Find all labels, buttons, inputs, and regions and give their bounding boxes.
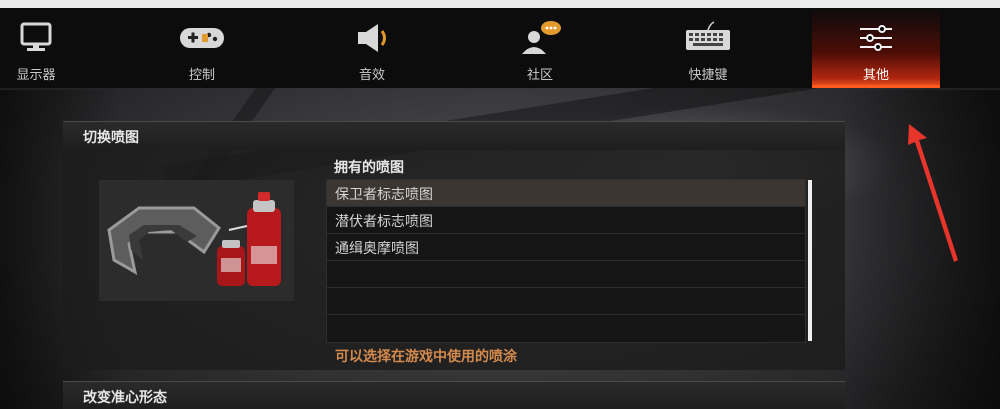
spray-item-label: 通缉奥摩喷图 — [335, 241, 419, 257]
settings-nav: 显示器 控制 音效 社区 快捷键 其他 — [0, 8, 1000, 88]
community-chat-icon — [476, 20, 604, 54]
spray-section-body: 拥有的喷图 保卫者标志喷图 潜伏者标志喷图 通缉奥摩喷图 可以选择在游戏中使用的… — [63, 150, 845, 370]
spray-list-item[interactable]: 通缉奥摩喷图 — [327, 234, 805, 261]
gamepad-icon — [138, 20, 266, 54]
spray-section-header: 切换喷图 — [63, 121, 845, 150]
tab-other-label: 其他 — [862, 68, 889, 83]
tab-controls-label: 控制 — [188, 68, 215, 83]
tab-controls[interactable]: 控制 — [138, 8, 266, 88]
spray-preview-image — [99, 180, 294, 301]
monitor-icon — [0, 20, 100, 54]
tab-community[interactable]: 社区 — [476, 8, 604, 88]
settings-screen: 显示器 控制 音效 社区 快捷键 其他 切换喷图 拥有的喷图 保卫者标志喷图 潜… — [0, 0, 1000, 409]
tab-audio-label: 音效 — [358, 68, 385, 83]
spray-list-item[interactable]: 保卫者标志喷图 — [327, 180, 805, 207]
tab-display-label: 显示器 — [16, 68, 56, 83]
owned-sprays-title: 拥有的喷图 — [334, 160, 404, 176]
tab-hotkeys-label: 快捷键 — [688, 68, 728, 83]
speaker-icon — [308, 20, 436, 54]
keyboard-icon — [644, 20, 772, 54]
spray-section-title: 切换喷图 — [83, 130, 139, 146]
top-strip — [0, 0, 1000, 8]
tab-other[interactable]: 其他 — [812, 8, 940, 88]
spray-hint-text: 可以选择在游戏中使用的喷涂 — [335, 349, 517, 365]
spray-item-label: 潜伏者标志喷图 — [335, 214, 433, 230]
annotation-arrow-icon — [905, 120, 965, 270]
spray-list-item[interactable] — [327, 261, 805, 288]
tab-community-label: 社区 — [526, 68, 553, 83]
spray-list-item[interactable] — [327, 288, 805, 315]
spray-list-scrollbar[interactable] — [808, 180, 812, 341]
tab-audio[interactable]: 音效 — [308, 8, 436, 88]
tab-display[interactable]: 显示器 — [0, 8, 100, 88]
spray-item-label: 保卫者标志喷图 — [335, 187, 433, 203]
crosshair-section-header[interactable]: 改变准心形态 — [63, 381, 845, 409]
spray-list: 保卫者标志喷图 潜伏者标志喷图 通缉奥摩喷图 — [326, 179, 806, 343]
crosshair-section-title: 改变准心形态 — [83, 390, 167, 406]
tab-hotkeys[interactable]: 快捷键 — [644, 8, 772, 88]
spray-list-item[interactable]: 潜伏者标志喷图 — [327, 207, 805, 234]
sliders-icon — [812, 20, 940, 54]
spray-list-item[interactable] — [327, 315, 805, 341]
